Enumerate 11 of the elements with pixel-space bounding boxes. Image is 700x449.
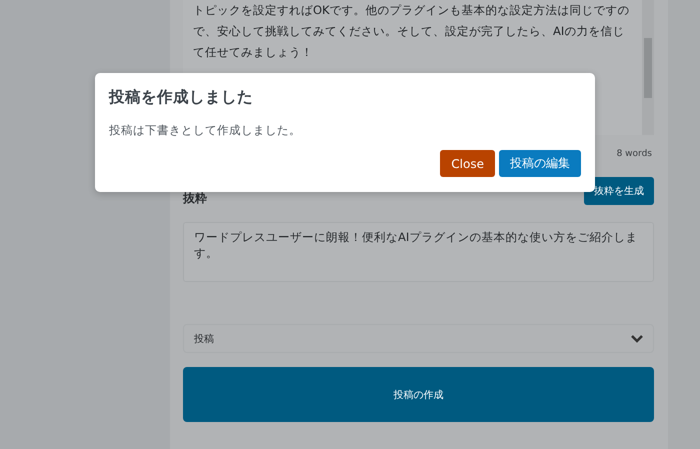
post-body-text: トピックを設定すればOKです。他のプラグインも基本的な設定方法は同じですので、安心して挑戦してみてください。そして、設定が完了したら、AIの力を信じて任せてみましょう！ [192, 2, 631, 61]
close-button[interactable]: Close [440, 150, 495, 177]
chevron-down-icon [631, 334, 643, 342]
excerpt-label: 抜粋 [183, 191, 207, 205]
create-post-button[interactable]: 投稿の作成 [183, 367, 654, 422]
generate-excerpt-button[interactable]: 抜粋を生成 [584, 177, 654, 205]
edit-post-button[interactable]: 投稿の編集 [499, 150, 581, 177]
post-type-select[interactable]: 投稿 [183, 324, 654, 353]
word-count: 8 words [616, 149, 652, 159]
scrollbar[interactable] [642, 0, 654, 135]
excerpt-field[interactable]: ワードプレスユーザーに朗報！便利なAIプラグインの基本的な使い方をご紹介します。 [183, 222, 654, 282]
